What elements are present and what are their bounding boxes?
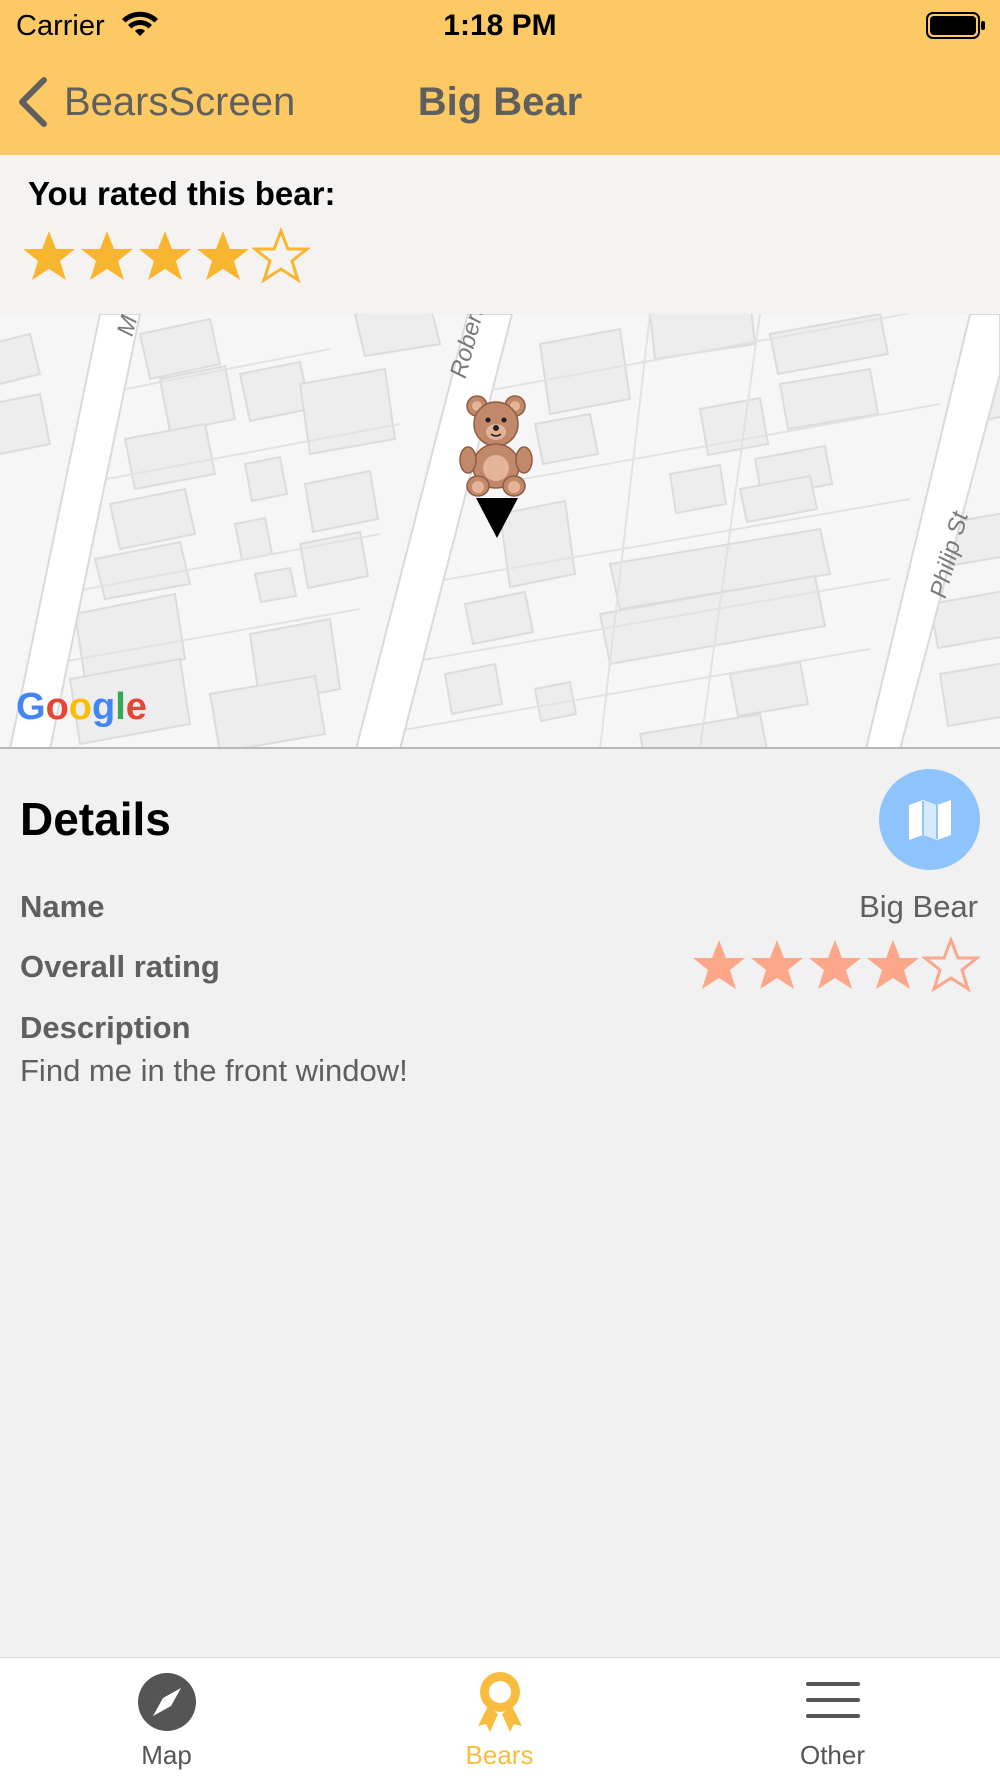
map-view[interactable]: Roberts St Philip St M Google [0,314,1000,749]
map-icon [908,799,951,840]
user-rating-empty-star-icon[interactable] [252,227,310,285]
name-label: Name [20,889,105,924]
user-rating-filled-star-icon[interactable] [78,227,136,285]
status-bar: Carrier 1:18 PM [0,0,1000,52]
tab-other-label: Other [799,1740,866,1770]
compass-icon [137,1673,196,1731]
user-rating-title: You rated this bear: [28,175,336,212]
overall-rating-label: Overall rating [20,949,220,984]
clock: 1:18 PM [443,9,557,42]
award-ribbon-icon [477,1672,522,1732]
overall-rating-stars [690,936,980,994]
google-logo: Google [16,686,147,728]
open-map-button[interactable] [879,769,980,870]
overall-rating-filled-star-icon [867,940,919,989]
teddy-bear-icon[interactable] [455,394,545,544]
tab-other[interactable]: Other [666,1658,999,1778]
back-button-label: BearsScreen [64,79,296,124]
tab-bar: Map Bears Other [0,1657,1000,1778]
user-rating-filled-star-icon[interactable] [194,227,252,285]
overall-rating-filled-star-icon [751,940,803,989]
battery-icon [926,12,985,39]
tab-bears-label: Bears [465,1740,534,1770]
back-button[interactable]: BearsScreen [16,72,295,132]
user-rating-stars[interactable] [20,227,310,285]
app-header: Carrier 1:18 PM BearsScreen Big Bear [0,0,1000,155]
description-text: Find me in the front window! [20,1053,408,1088]
menu-icon [805,1682,860,1718]
user-rating-filled-star-icon[interactable] [136,227,194,285]
overall-rating-empty-star-icon [922,936,980,993]
user-rating-panel: You rated this bear: [0,155,1000,314]
overall-rating-filled-star-icon [809,940,861,989]
tab-map-label: Map [141,1740,192,1770]
page-title: Big Bear [417,80,583,124]
chevron-left-icon [19,77,47,127]
user-rating-filled-star-icon[interactable] [20,227,78,285]
description-label: Description [20,1010,191,1045]
tab-bears[interactable]: Bears [333,1658,666,1778]
details-heading: Details [20,793,171,845]
tab-map[interactable]: Map [0,1658,333,1778]
navigation-bar: BearsScreen Big Bear [0,52,1000,155]
overall-rating-filled-star-icon [693,940,745,989]
name-value: Big Bear [859,889,978,924]
